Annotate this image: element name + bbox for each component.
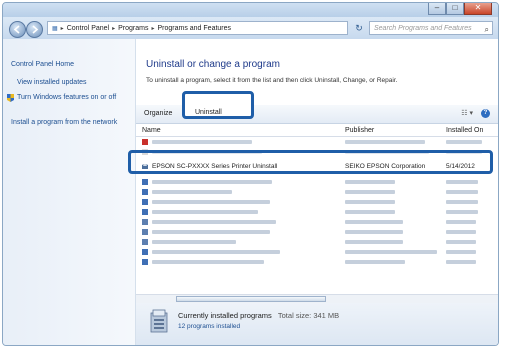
program-icon — [142, 239, 148, 245]
horizontal-scrollbar[interactable] — [136, 294, 498, 303]
table-row[interactable] — [136, 207, 498, 217]
blurred-text — [446, 190, 478, 194]
blurred-text — [345, 140, 425, 144]
blurred-text — [446, 240, 476, 244]
blurred-text — [152, 240, 236, 244]
breadcrumb-control-panel[interactable]: Control Panel — [67, 25, 109, 32]
column-header-publisher[interactable]: Publisher — [345, 127, 374, 134]
installed-programs-icon — [150, 309, 168, 333]
maximize-button[interactable]: □ — [446, 3, 464, 15]
sidebar-item-install-from-network[interactable]: Install a program from the network — [11, 119, 125, 127]
help-icon[interactable]: ? — [481, 109, 490, 118]
left-task-pane: Control Panel Home View installed update… — [3, 39, 136, 345]
status-summary: Currently installed programs Total size:… — [178, 311, 339, 320]
blurred-text — [152, 200, 270, 204]
blurred-text — [152, 260, 264, 264]
control-panel-icon: ▦ — [52, 25, 58, 32]
status-label: Currently installed programs — [178, 311, 272, 320]
back-arrow-icon — [13, 25, 20, 34]
scrollbar-thumb[interactable] — [176, 296, 326, 302]
breadcrumb-programs[interactable]: Programs — [118, 25, 148, 32]
breadcrumb-programs-and-features[interactable]: Programs and Features — [157, 25, 231, 32]
program-icon — [142, 259, 148, 265]
details-pane: Currently installed programs Total size:… — [136, 303, 498, 345]
table-row[interactable] — [136, 137, 498, 147]
program-icon — [142, 179, 148, 185]
blurred-text — [446, 250, 476, 254]
uninstall-label: Uninstall — [195, 109, 222, 116]
blurred-text — [446, 220, 476, 224]
table-row[interactable] — [136, 177, 498, 187]
blurred-text — [446, 180, 478, 184]
blurred-text — [345, 240, 403, 244]
blurred-text — [152, 140, 252, 144]
programs-and-features-window: – □ ✕ ▦ ▸ Control Panel ▸ Programs ▸ Pro… — [2, 2, 499, 346]
selected-row-highlight — [128, 150, 493, 174]
table-row[interactable] — [136, 197, 498, 207]
minimize-button[interactable]: – — [428, 3, 446, 15]
shield-icon — [7, 94, 14, 102]
blurred-text — [345, 180, 395, 184]
blurred-text — [345, 230, 403, 234]
table-row[interactable] — [136, 247, 498, 257]
table-row[interactable] — [136, 217, 498, 227]
table-row[interactable] — [136, 227, 498, 237]
blurred-text — [152, 210, 258, 214]
blurred-text — [152, 250, 280, 254]
program-icon — [142, 219, 148, 225]
address-bar-area: ▦ ▸ Control Panel ▸ Programs ▸ Programs … — [3, 17, 498, 39]
blurred-text — [345, 250, 437, 254]
status-total-size: Total size: 341 MB — [277, 311, 340, 320]
blurred-text — [446, 260, 476, 264]
page-title: Uninstall or change a program — [146, 59, 280, 70]
blurred-text — [345, 210, 395, 214]
blurred-text — [152, 180, 272, 184]
sidebar-item-windows-features[interactable]: Turn Windows features on or off — [17, 94, 131, 102]
program-icon — [142, 199, 148, 205]
refresh-button[interactable]: ↻ — [352, 21, 366, 35]
sidebar-item-control-panel-home[interactable]: Control Panel Home — [11, 61, 125, 69]
program-icon — [142, 209, 148, 215]
blurred-text — [345, 260, 405, 264]
blurred-text — [446, 230, 476, 234]
forward-arrow-icon — [32, 25, 39, 34]
search-input[interactable]: Search Programs and Features ⌕ — [369, 21, 493, 35]
sidebar-item-view-installed-updates[interactable]: View installed updates — [17, 79, 131, 87]
table-row[interactable] — [136, 257, 498, 267]
table-row[interactable] — [136, 237, 498, 247]
change-view-button[interactable]: ☷ ▾ — [461, 109, 473, 118]
table-row[interactable] — [136, 187, 498, 197]
main-content: Uninstall or change a program To uninsta… — [136, 39, 498, 345]
program-icon — [142, 189, 148, 195]
program-icon — [142, 249, 148, 255]
breadcrumb-separator[interactable]: ▸ — [112, 25, 115, 32]
blurred-text — [345, 220, 403, 224]
program-icon — [142, 139, 148, 145]
breadcrumb-separator: ▸ — [60, 25, 64, 32]
blurred-text — [345, 190, 395, 194]
page-description: To uninstall a program, select it from t… — [146, 77, 398, 84]
column-header-installed-on[interactable]: Installed On — [446, 127, 483, 134]
search-icon[interactable]: ⌕ — [485, 23, 489, 36]
blurred-text — [152, 190, 232, 194]
blurred-text — [446, 200, 478, 204]
blurred-text — [152, 220, 276, 224]
uninstall-button[interactable]: Uninstall — [182, 91, 254, 119]
title-bar: – □ ✕ — [3, 3, 498, 17]
breadcrumb-separator[interactable]: ▸ — [151, 25, 154, 32]
close-button[interactable]: ✕ — [464, 3, 492, 15]
blurred-text — [446, 140, 482, 144]
blurred-text — [152, 230, 270, 234]
address-box[interactable]: ▦ ▸ Control Panel ▸ Programs ▸ Programs … — [47, 21, 348, 35]
forward-button[interactable] — [26, 21, 43, 38]
column-headers: Name Publisher Installed On — [136, 125, 498, 137]
organize-menu[interactable]: Organize — [144, 110, 172, 117]
blurred-text — [446, 210, 478, 214]
program-icon — [142, 229, 148, 235]
search-placeholder: Search Programs and Features — [374, 25, 472, 32]
blurred-text — [345, 200, 395, 204]
status-program-count: 12 programs installed — [178, 323, 241, 330]
column-header-name[interactable]: Name — [142, 127, 161, 134]
back-button[interactable] — [9, 21, 26, 38]
